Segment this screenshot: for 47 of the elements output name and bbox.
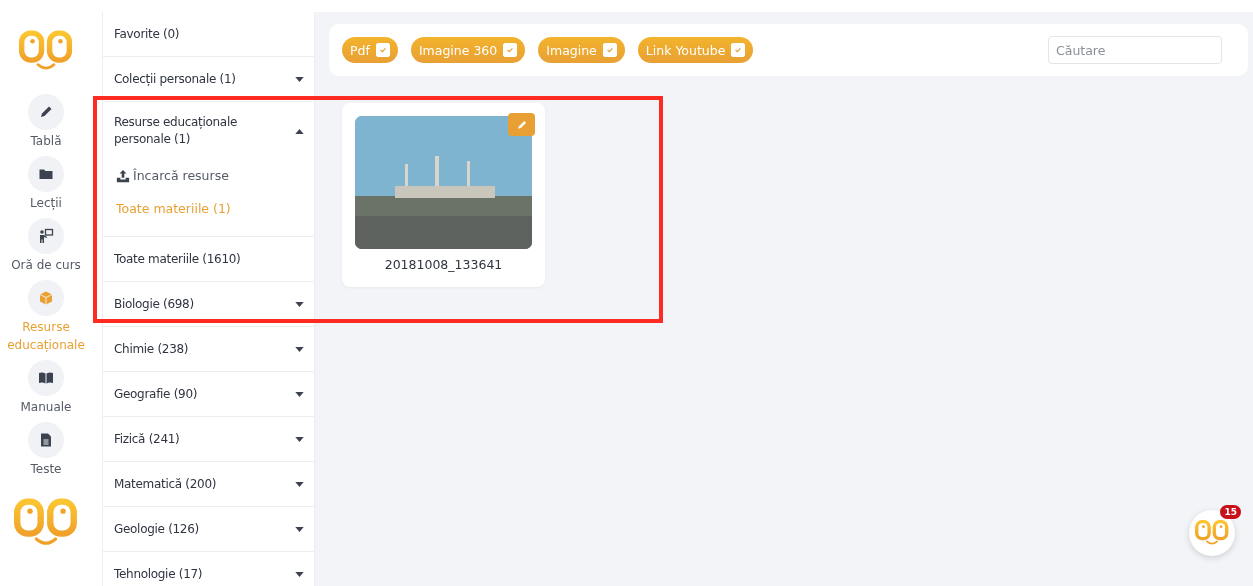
nav-item[interactable]: Manuale bbox=[1, 360, 91, 416]
check-icon bbox=[734, 46, 743, 54]
notification-badge: 15 bbox=[1220, 505, 1241, 519]
category-item[interactable]: Favorite (0) bbox=[114, 25, 180, 43]
checkbox[interactable] bbox=[503, 43, 518, 57]
check-icon bbox=[506, 46, 515, 54]
caret-icon[interactable] bbox=[295, 346, 304, 352]
caret-icon[interactable] bbox=[295, 128, 304, 134]
assistant-button[interactable] bbox=[1189, 510, 1235, 556]
category-item[interactable]: Biologie (698) bbox=[114, 295, 194, 313]
caret-icon[interactable] bbox=[295, 436, 304, 442]
nav-item[interactable]: Teste bbox=[1, 422, 91, 478]
category-item[interactable]: Geologie (126) bbox=[114, 520, 199, 538]
nav-item[interactable]: Oră de curs bbox=[1, 218, 91, 274]
search-field[interactable]: Căutare bbox=[1048, 36, 1222, 64]
checkbox[interactable] bbox=[602, 43, 617, 57]
caret-icon[interactable] bbox=[295, 391, 304, 397]
document-icon bbox=[38, 432, 54, 448]
pencil-icon bbox=[38, 104, 54, 120]
caret-icon[interactable] bbox=[295, 526, 304, 532]
book-icon bbox=[38, 370, 54, 386]
check-icon bbox=[378, 46, 387, 54]
category-item[interactable]: Matematică (200) bbox=[114, 475, 217, 493]
category-item[interactable]: Resurse educaționale personale (1) bbox=[114, 114, 295, 148]
checkbox[interactable] bbox=[375, 43, 390, 57]
caret-icon[interactable] bbox=[295, 301, 304, 307]
nav-item[interactable]: Tablă bbox=[1, 94, 91, 150]
pencil-icon bbox=[515, 118, 528, 131]
nav-item[interactable]: Lecții bbox=[1, 156, 91, 212]
resource-card[interactable]: 20181008_133641 bbox=[342, 103, 545, 287]
category-item[interactable]: Colecții personale (1) bbox=[114, 70, 236, 88]
teacher-icon bbox=[38, 228, 54, 244]
upload-link[interactable]: Încarcă resurse bbox=[116, 164, 229, 187]
check-icon bbox=[605, 46, 614, 54]
checkbox[interactable] bbox=[731, 43, 746, 57]
resource-title: 20181008_133641 bbox=[384, 257, 503, 272]
category-item[interactable]: Toate materiile (1610) bbox=[114, 250, 241, 268]
box-icon bbox=[38, 290, 54, 306]
category-item[interactable]: Chimie (238) bbox=[114, 340, 189, 358]
logo-icon bbox=[1195, 519, 1229, 547]
category-item[interactable]: Geografie (90) bbox=[114, 385, 198, 403]
caret-icon[interactable] bbox=[295, 76, 304, 82]
category-item[interactable]: Fizică (241) bbox=[114, 430, 180, 448]
category-item[interactable]: Tehnologie (17) bbox=[114, 565, 203, 583]
upload-icon bbox=[116, 168, 130, 183]
caret-icon[interactable] bbox=[295, 571, 304, 577]
caret-icon[interactable] bbox=[295, 481, 304, 487]
